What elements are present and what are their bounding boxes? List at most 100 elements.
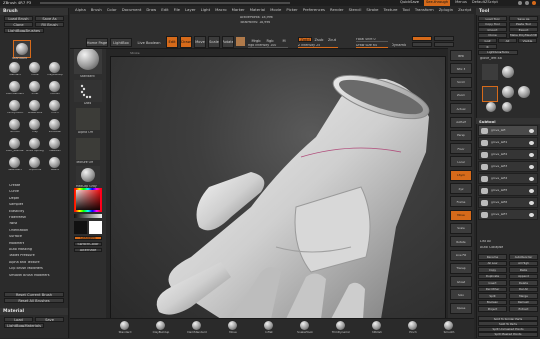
split-op-button[interactable]: Split To Similar Parts: [478, 316, 538, 321]
brush-submenu-item[interactable]: Samples: [9, 203, 23, 206]
brush-submenu-item[interactable]: Tablet Pressure: [9, 254, 35, 257]
brush-submenu-item[interactable]: Auto Masking: [9, 248, 32, 251]
bottom-brush-button[interactable]: SnakeHook: [290, 321, 320, 337]
rgb-intensity-slider[interactable]: Rgb Intensity 100: [248, 44, 288, 49]
tool-button[interactable]: Import: [478, 27, 507, 33]
right-shelf-button[interactable]: Scroll: [450, 76, 472, 88]
tool-palette-header[interactable]: Tool: [476, 8, 540, 15]
tool-button[interactable]: Make PolyMesh3D: [509, 32, 538, 38]
menu-marker[interactable]: Marker: [232, 7, 245, 13]
subtool-header[interactable]: Subtool: [476, 118, 540, 124]
right-shelf-button[interactable]: AAHalf: [450, 116, 472, 128]
brush-submenu-item[interactable]: Curve: [9, 190, 19, 193]
brush-list-item[interactable]: Smooth: [6, 119, 24, 137]
brush-list-item[interactable]: Pinch: [46, 100, 64, 118]
eye-icon[interactable]: [529, 165, 534, 169]
tool-button[interactable]: Clone: [478, 32, 507, 38]
color-picker[interactable]: [74, 188, 102, 212]
tool-thumb-4[interactable]: [518, 86, 530, 98]
flat-color-swatch[interactable]: [236, 37, 245, 46]
menu-macro[interactable]: Macro: [215, 7, 227, 13]
menu-zscript[interactable]: Zscript: [458, 7, 471, 13]
see-through-button[interactable]: See-through: [423, 0, 451, 6]
maximize-icon[interactable]: [525, 1, 529, 5]
shelf-alpha-button[interactable]: [76, 108, 100, 130]
zadd-button[interactable]: Zadd: [298, 37, 312, 42]
brush-submenu-item[interactable]: Orientation: [9, 229, 28, 232]
list-all-button[interactable]: List All: [480, 240, 491, 243]
subtool-row[interactable]: glove_left1: [478, 137, 538, 148]
bottom-brush-button[interactable]: Standard: [110, 321, 140, 337]
tool-thumb-5[interactable]: [486, 102, 496, 112]
subtool-op-button[interactable]: Project: [478, 306, 507, 312]
bottom-brush-button[interactable]: Smooth: [434, 321, 464, 337]
subtool-op-button[interactable]: Paste: [509, 267, 538, 273]
eye-icon[interactable]: [529, 201, 534, 205]
tool-button[interactable]: GoZ: [478, 38, 497, 44]
alternate-button[interactable]: Alternate: [74, 248, 102, 252]
subtool-op-button[interactable]: Boolean: [478, 299, 507, 305]
brush-list-item[interactable]: hPolish: [46, 81, 64, 99]
top-mini-button-3[interactable]: [412, 42, 432, 47]
bottom-brush-button[interactable]: DamStandard: [182, 321, 212, 337]
menu-tool[interactable]: Tool: [402, 7, 409, 13]
brush-list-item[interactable]: TrimDynamic: [6, 100, 24, 118]
reset-current-brush-button[interactable]: Reset Current Brush: [4, 292, 64, 297]
brush-list-item[interactable]: DamStandard: [6, 81, 24, 99]
subtool-op-button[interactable]: Append: [509, 273, 538, 279]
live-boolean-button[interactable]: Live Boolean: [134, 38, 164, 47]
scale-mode-button[interactable]: Scale: [208, 36, 220, 48]
rotate-mode-button[interactable]: Rotate: [222, 36, 234, 48]
menu-light[interactable]: Light: [201, 7, 210, 13]
shelf-material-button[interactable]: [76, 166, 100, 184]
eye-icon[interactable]: [529, 213, 534, 217]
brush-submenu-item[interactable]: Twist: [9, 222, 17, 225]
subtool-op-button[interactable]: Split: [478, 293, 507, 299]
right-shelf-button[interactable]: Solo: [450, 289, 472, 301]
subtool-row[interactable]: glove_left2: [478, 149, 538, 160]
brush-list-item[interactable]: Slash3: [46, 157, 64, 175]
right-shelf-button[interactable]: Move: [450, 209, 472, 221]
brush-submenu-item[interactable]: Surface: [9, 235, 22, 238]
brush-submenu-item[interactable]: Smooth Brush Modifiers: [9, 274, 50, 277]
right-shelf-button[interactable]: Line Fill: [450, 249, 472, 261]
menu-zplugin[interactable]: Zplugin: [439, 7, 453, 13]
subtool-row[interactable]: glove_left3: [478, 161, 538, 172]
tool-button[interactable]: Paste Tool: [509, 21, 538, 27]
top-mini-button-1[interactable]: [412, 36, 432, 41]
tool-button[interactable]: Visible: [518, 38, 537, 44]
tool-thumb-3[interactable]: [502, 86, 514, 98]
menu-file[interactable]: File: [174, 7, 180, 13]
split-op-button[interactable]: Split To Parts: [478, 321, 538, 327]
menu-picker[interactable]: Picker: [286, 7, 297, 13]
auto-collapse-button[interactable]: Auto Collapse: [480, 246, 503, 249]
top-mini-button-2[interactable]: [434, 36, 454, 41]
subtool-op-button[interactable]: All Low: [478, 260, 507, 266]
home-page-button[interactable]: Home Page: [86, 38, 108, 47]
dynamic-button[interactable]: Dynamic: [392, 42, 406, 47]
brush-submenu-item[interactable]: Modifiers: [9, 242, 24, 245]
gradient-toggle[interactable]: [74, 214, 102, 218]
menu-material[interactable]: Material: [250, 7, 265, 13]
split-op-button[interactable]: Split Masked Points: [478, 331, 538, 337]
zsub-button[interactable]: Zsub: [313, 37, 325, 42]
subtool-op-button[interactable]: Duplicate: [478, 273, 507, 279]
menu-layer[interactable]: Layer: [185, 7, 196, 13]
subtool-op-button[interactable]: AutoReorder: [509, 254, 538, 260]
draw-size-slider[interactable]: Draw Size 64: [356, 44, 388, 49]
switch-color-button[interactable]: SwitchColor: [74, 242, 102, 246]
default-zscript-button[interactable]: DefaultZScript: [472, 0, 498, 6]
menu-transform[interactable]: Transform: [415, 7, 434, 13]
current-brush-preview[interactable]: [13, 40, 31, 58]
subtool-op-button[interactable]: Extract: [509, 306, 538, 312]
right-shelf-button[interactable]: SPix 3: [450, 63, 472, 75]
fill-brush-button[interactable]: Fill Brush: [35, 22, 64, 27]
load-material-button[interactable]: Load: [4, 317, 33, 322]
right-shelf-button[interactable]: Xpose: [450, 302, 472, 314]
tool-thumb-sphere[interactable]: [502, 66, 514, 78]
right-shelf-button[interactable]: Frame: [450, 196, 472, 208]
minimize-icon[interactable]: [518, 1, 522, 5]
tool-thumb-glove[interactable]: [482, 64, 498, 80]
right-shelf-button[interactable]: Ghost: [450, 276, 472, 288]
bottom-brush-button[interactable]: ClayBuildup: [146, 321, 176, 337]
